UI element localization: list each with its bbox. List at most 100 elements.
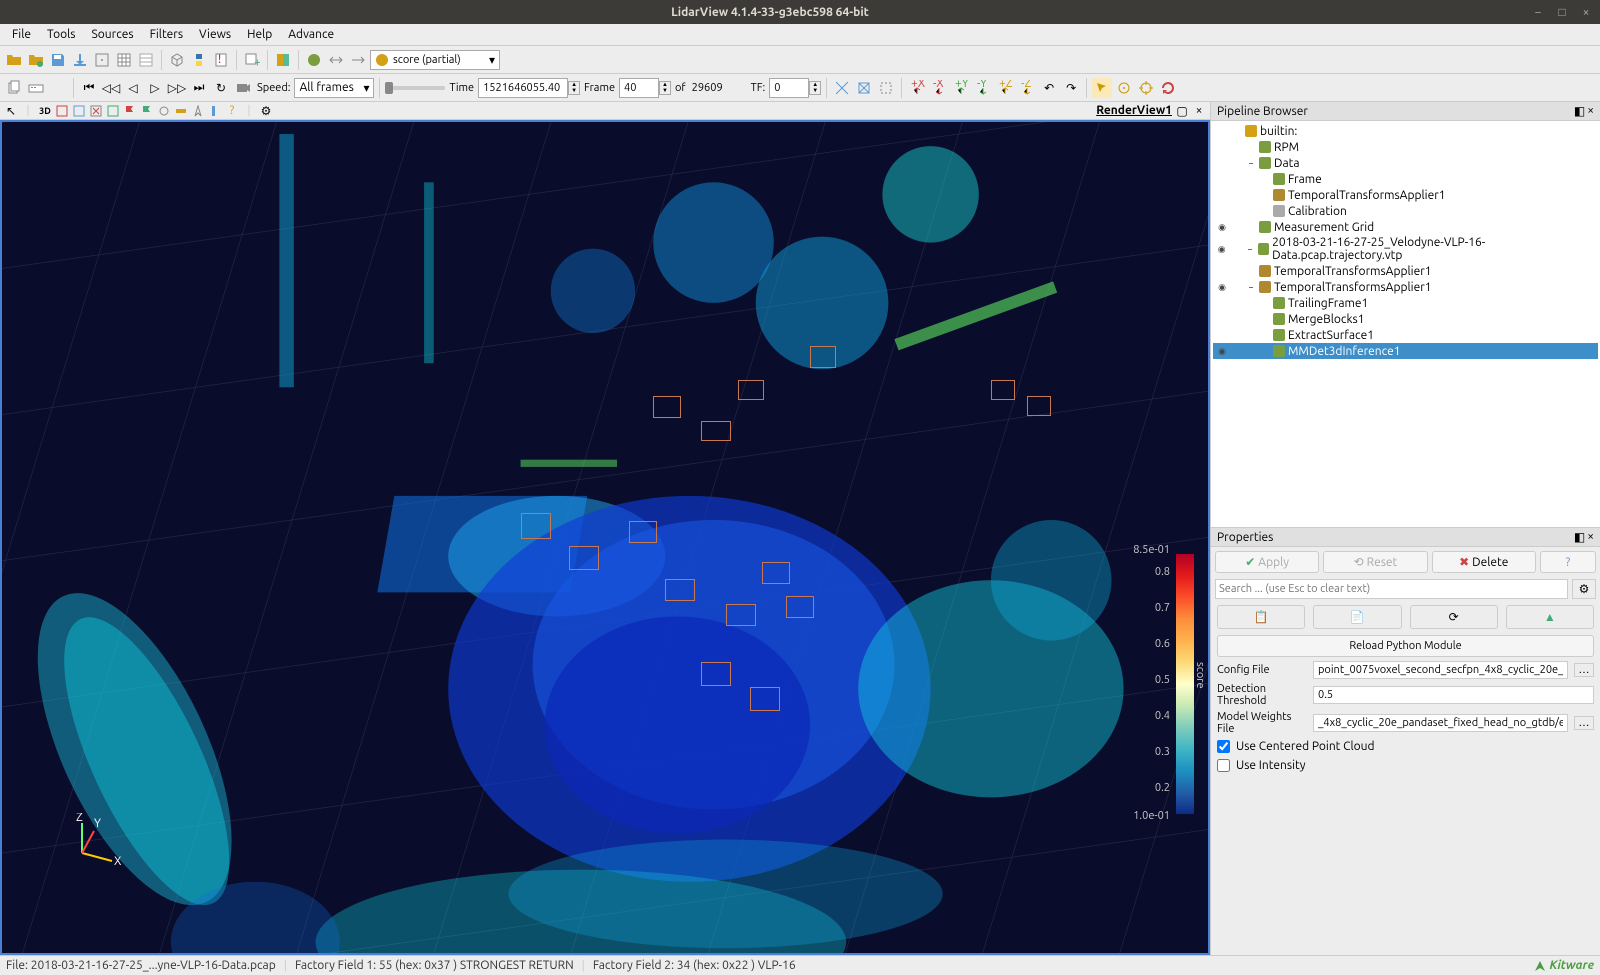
box-red-icon[interactable] — [55, 104, 69, 118]
keyboard-icon[interactable] — [26, 78, 46, 98]
properties-undock-icon[interactable]: ◧ — [1574, 530, 1585, 544]
menu-filters[interactable]: Filters — [142, 26, 191, 43]
visibility-icon[interactable] — [1215, 188, 1229, 202]
apply-button[interactable]: ✔Apply — [1215, 551, 1319, 573]
time-slider[interactable] — [385, 86, 445, 90]
first-frame-icon[interactable]: ⏮ — [79, 78, 99, 98]
visibility-icon[interactable] — [1215, 242, 1228, 256]
pipeline-tree[interactable]: builtin:RPM−DataFrameTemporalTransformsA… — [1211, 121, 1600, 527]
compass-icon[interactable] — [191, 104, 205, 118]
plus-z-icon[interactable]: +Z — [995, 78, 1015, 98]
tree-item[interactable]: Calibration — [1213, 203, 1598, 219]
pipeline-undock-icon[interactable]: ◧ — [1574, 104, 1585, 118]
tree-item[interactable]: RPM — [1213, 139, 1598, 155]
weights-input[interactable] — [1313, 714, 1568, 732]
frame-down[interactable]: ▼ — [660, 88, 670, 94]
paste-props-icon[interactable]: 📄 — [1313, 605, 1401, 629]
tree-item[interactable]: MMDet3dInference1 — [1213, 343, 1598, 359]
properties-close-icon[interactable]: × — [1587, 530, 1594, 544]
save-props-icon[interactable]: ▲ — [1506, 605, 1594, 629]
target1-icon[interactable] — [1114, 78, 1134, 98]
config-browse-button[interactable]: … — [1574, 663, 1594, 677]
rotate-cw-icon[interactable]: ↷ — [1061, 78, 1081, 98]
colorbar-icon[interactable] — [208, 104, 222, 118]
minus-z-icon[interactable]: -Z — [1017, 78, 1037, 98]
visibility-icon[interactable] — [1215, 124, 1229, 138]
plus-y-icon[interactable]: +Y — [951, 78, 971, 98]
rotate-ccw-icon[interactable]: ↶ — [1039, 78, 1059, 98]
visibility-icon[interactable] — [1215, 172, 1229, 186]
csv-icon[interactable] — [114, 50, 134, 70]
time-input[interactable] — [478, 78, 568, 98]
copy-icon[interactable] — [4, 78, 24, 98]
cursor-icon[interactable]: ↖ — [4, 104, 18, 118]
minus-x-icon[interactable]: -X — [929, 78, 949, 98]
save-icon[interactable] — [48, 50, 68, 70]
spreadsheet-icon[interactable] — [48, 78, 68, 98]
tree-item[interactable]: −Data — [1213, 155, 1598, 171]
tree-item[interactable]: ExtractSurface1 — [1213, 327, 1598, 343]
record-icon[interactable] — [233, 78, 253, 98]
color-palette-icon[interactable] — [273, 50, 293, 70]
menu-tools[interactable]: Tools — [39, 26, 84, 43]
export-icon[interactable] — [70, 50, 90, 70]
tf-input[interactable] — [769, 78, 809, 98]
prev-frame-icon[interactable]: ◁◁ — [101, 78, 121, 98]
visibility-icon[interactable] — [1215, 204, 1229, 218]
help-icon[interactable]: ? — [225, 104, 239, 118]
menu-help[interactable]: Help — [239, 26, 280, 43]
visibility-icon[interactable] — [1215, 280, 1229, 294]
colormap-dropdown[interactable]: score (partial) ▾ — [370, 50, 500, 70]
tf-down[interactable]: ▼ — [810, 88, 820, 94]
rescale-icon[interactable] — [326, 50, 346, 70]
reload-props-icon[interactable]: ⟳ — [1410, 605, 1498, 629]
visibility-icon[interactable] — [1215, 264, 1229, 278]
tree-toggle[interactable]: − — [1246, 158, 1256, 168]
cube-icon[interactable] — [167, 50, 187, 70]
sphere-icon[interactable] — [304, 50, 324, 70]
config-file-input[interactable] — [1313, 661, 1568, 679]
play-back-icon[interactable]: ◁ — [123, 78, 143, 98]
box-blue-icon[interactable] — [72, 104, 86, 118]
threshold-input[interactable] — [1313, 686, 1594, 704]
visibility-icon[interactable] — [1215, 296, 1229, 310]
delete-button[interactable]: ✖Delete — [1432, 551, 1536, 573]
tree-item[interactable]: Frame — [1213, 171, 1598, 187]
tree-item[interactable]: builtin: — [1213, 123, 1598, 139]
error-log-icon[interactable]: ! — [211, 50, 231, 70]
plus-x-icon[interactable]: +X — [907, 78, 927, 98]
tree-item[interactable]: TrailingFrame1 — [1213, 295, 1598, 311]
tree-toggle[interactable]: − — [1246, 282, 1256, 292]
open-icon[interactable] — [4, 50, 24, 70]
menu-advance[interactable]: Advance — [280, 26, 342, 43]
tree-toggle[interactable]: − — [1245, 244, 1254, 254]
csv2-icon[interactable] — [136, 50, 156, 70]
reload-python-button[interactable]: Reload Python Module — [1217, 635, 1594, 657]
next-frame-icon[interactable]: ▷▷ — [167, 78, 187, 98]
origin-icon[interactable] — [157, 104, 171, 118]
help-button[interactable]: ? — [1540, 551, 1596, 573]
view-max-icon[interactable]: ▢ — [1175, 104, 1189, 118]
flag2-icon[interactable] — [140, 104, 154, 118]
zoom-data-icon[interactable] — [854, 78, 874, 98]
reset-camera-icon[interactable] — [832, 78, 852, 98]
menu-sources[interactable]: Sources — [84, 26, 142, 43]
speed-dropdown[interactable]: All frames▾ — [294, 78, 374, 98]
minimize-icon[interactable]: − — [1532, 6, 1544, 18]
tree-item[interactable]: −TemporalTransformsApplier1 — [1213, 279, 1598, 295]
refresh-icon[interactable] — [1158, 78, 1178, 98]
visibility-icon[interactable] — [1215, 328, 1229, 342]
weights-browse-button[interactable]: … — [1574, 716, 1594, 730]
python-icon[interactable] — [189, 50, 209, 70]
minus-y-icon[interactable]: -Y — [973, 78, 993, 98]
menu-views[interactable]: Views — [191, 26, 239, 43]
select-point-icon[interactable] — [1092, 78, 1112, 98]
tree-item[interactable]: −2018-03-21-16-27-25_Velodyne-VLP-16-Dat… — [1213, 235, 1598, 263]
frame-input[interactable] — [619, 78, 659, 98]
add-source-icon[interactable]: + — [242, 50, 262, 70]
point-select-icon[interactable] — [92, 50, 112, 70]
visibility-icon[interactable] — [1215, 312, 1229, 326]
gear-mini-icon[interactable]: ⚙ — [259, 104, 273, 118]
target2-icon[interactable] — [1136, 78, 1156, 98]
copy-props-icon[interactable]: 📋 — [1217, 605, 1305, 629]
